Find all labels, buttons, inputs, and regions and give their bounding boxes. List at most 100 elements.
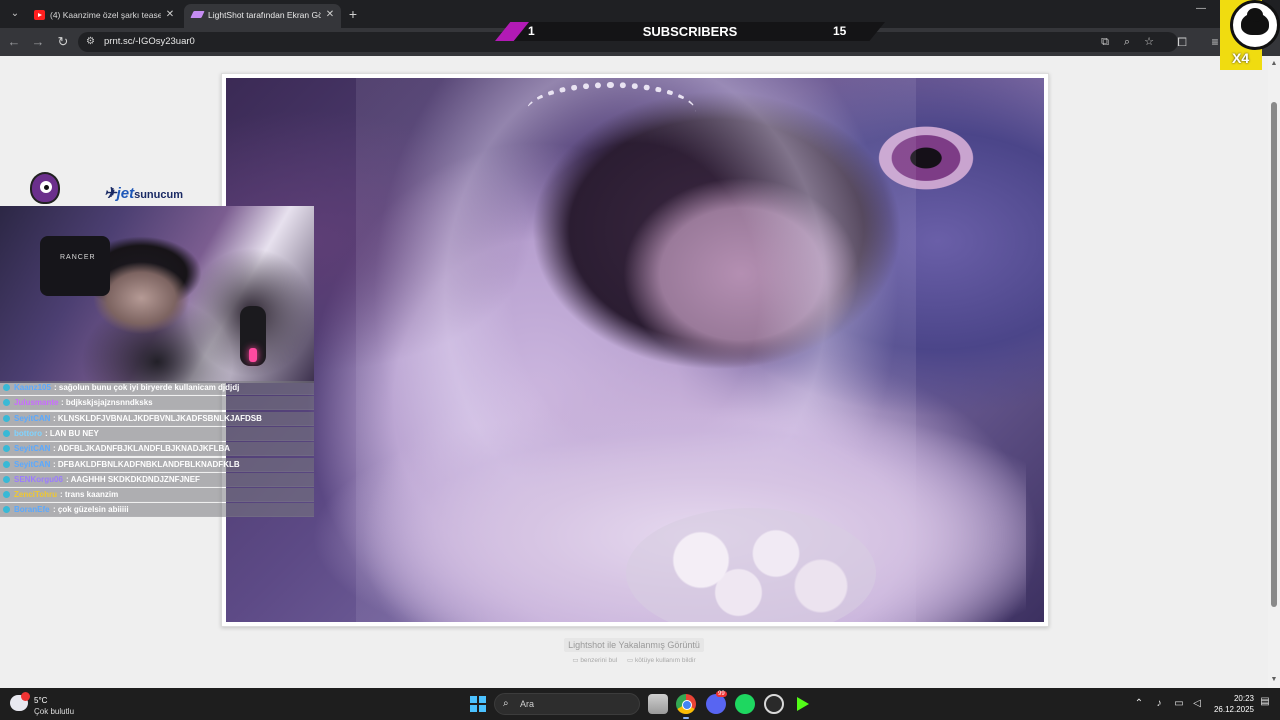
chat-text: : çok güzelsin abiiiii <box>53 505 129 515</box>
chevron-up-icon[interactable]: ⌃ <box>1132 697 1146 711</box>
zoom-icon[interactable]: ⌕ <box>1120 35 1134 49</box>
find-similar-link[interactable]: ▭ benzerini bul <box>572 657 617 664</box>
extensions-icon[interactable]: ⧠ <box>1174 34 1190 50</box>
search-icon: ⌕ <box>503 698 509 709</box>
screenshot-image[interactable] <box>226 78 1044 622</box>
screenshot-caption: Lightshot ile Yakalanmış Görüntü <box>0 638 1268 652</box>
tab-youtube[interactable]: (4) Kaanzime özel şarkı teaser | ✕ <box>26 4 181 28</box>
chat-message: SeyitCAN: KLNSKLDFJVBNALJKDFBVNLJKADFSBN… <box>0 411 314 426</box>
discord-icon[interactable] <box>706 694 726 714</box>
chat-badge-icon <box>3 506 10 514</box>
chat-badge-icon <box>3 384 10 391</box>
reload-icon[interactable]: ↻ <box>55 34 71 50</box>
chat-username[interactable]: Julusmante <box>14 396 58 409</box>
chat-text: : DFBAKLDFBNLKADFNBKLANDFBLKNADFKLB <box>53 459 240 469</box>
chat-message: Kaanz105: sağolun bunu çok iyi biryerde … <box>0 381 314 395</box>
forward-arrow-icon[interactable]: → <box>30 34 46 50</box>
close-icon[interactable]: ✕ <box>324 4 336 26</box>
chat-text: : ADFBLJKADNFBJKLANDFLBJKNADJKFLBA <box>53 444 231 454</box>
chair-brand-label: RANCER <box>60 254 96 261</box>
weather-widget[interactable]: 5°C Çok bulutlu <box>10 692 110 718</box>
new-tab-button[interactable]: + <box>345 5 361 23</box>
chat-message: Julusmante: bdjkskjsjajznsnndksks <box>0 396 314 411</box>
taskbar-search[interactable]: ⌕ Ara <box>494 693 640 715</box>
webcam-overlay: RANCER <box>0 206 314 383</box>
chat-text: : AAGHHH SKDKDKDNDJZNFJNEF <box>66 474 200 484</box>
chat-message: bottoro: LAN BU NEY <box>0 426 314 441</box>
chat-message: BoranEfe: çok güzelsin abiiiii <box>0 503 314 518</box>
chat-message: SENKorgu06: AAGHHH SKDKDKDNDJZNFJNEF <box>0 472 314 487</box>
chat-username[interactable]: SeyitCAN <box>14 442 50 455</box>
chat-username[interactable]: Kaanz105 <box>14 381 51 394</box>
chat-username[interactable]: bottoro <box>14 427 42 440</box>
network-icon[interactable]: ▭ <box>1172 697 1186 711</box>
spotify-icon[interactable] <box>735 694 755 714</box>
microphone-icon <box>240 306 266 366</box>
chat-username[interactable]: ZenciTohru <box>14 488 57 501</box>
screenshot-links: ▭ benzerini bul ▭ kötüye kullanım bildir <box>0 656 1268 664</box>
taskbar: 5°C Çok bulutlu ⌕ Ara 99 ⌃ ♪ ▭ ◁ 20:23 2… <box>0 688 1280 720</box>
microphone-tray-icon[interactable]: ♪ <box>1152 697 1166 711</box>
search-placeholder: Ara <box>520 699 535 709</box>
chrome-icon[interactable] <box>676 694 696 719</box>
weather-desc: Çok bulutlu <box>34 707 75 716</box>
clock-date: 26.12.2025 <box>1213 705 1254 714</box>
sponsor-prefix: jet <box>116 185 135 202</box>
minimize-icon[interactable]: — <box>1196 3 1206 14</box>
chat-username[interactable]: SENKorgu06 <box>14 473 63 486</box>
chat-badge-icon <box>3 429 10 437</box>
volume-icon[interactable]: ◁ <box>1190 697 1204 711</box>
clock-time: 20:23 <box>1233 694 1254 703</box>
scrollbar-thumb[interactable] <box>1271 102 1277 607</box>
chat-badge-icon <box>3 460 10 468</box>
tab-title: (4) Kaanzime özel şarkı teaser | <box>50 10 161 20</box>
cloud-icon <box>10 692 30 711</box>
chat-username[interactable]: SeyitCAN <box>14 458 50 471</box>
chat-username[interactable]: SeyitCAN <box>14 412 50 425</box>
file-explorer-icon[interactable] <box>648 694 668 714</box>
chat-badge-icon <box>3 445 10 453</box>
gaming-chair <box>40 236 110 296</box>
owl-logo-icon <box>28 170 62 206</box>
chat-message: SeyitCAN: DFBAKLDFBNLKADFNBKLANDFBLKNADF… <box>0 457 314 472</box>
group-avatar-icon <box>1230 0 1280 50</box>
sponsor-logo: ✈jetsunucum <box>104 185 183 202</box>
chat-badge-icon <box>3 491 10 499</box>
chat-username[interactable]: BoranEfe <box>14 503 50 516</box>
bookmark-star-icon[interactable]: ☆ <box>1142 35 1156 49</box>
subscriber-goal: 15 <box>833 24 847 38</box>
tab-title: LightShot tarafından Ekran Görü <box>208 10 321 20</box>
chat-text: : sağolun bunu çok iyi biryerde kullanic… <box>54 383 240 392</box>
tab-lightshot[interactable]: LightShot tarafından Ekran Görü ✕ <box>184 4 341 28</box>
subscriber-label: SUBSCRIBERS <box>642 24 738 39</box>
owl-eye <box>40 181 52 193</box>
scroll-down-icon[interactable]: ▼ <box>1270 676 1278 683</box>
kick-icon[interactable] <box>793 694 813 714</box>
windows-start-icon[interactable] <box>470 696 486 712</box>
chat-badge-icon <box>3 399 10 407</box>
tab-search-icon[interactable]: ⌄ <box>6 5 24 23</box>
system-clock[interactable]: 20:23 26.12.2025 <box>1212 693 1254 715</box>
tiara <box>526 82 696 142</box>
multiplier-label: X4 <box>1232 50 1250 66</box>
discord-badge: 99 <box>716 691 727 697</box>
obs-icon[interactable] <box>764 694 784 714</box>
back-arrow-icon[interactable]: ← <box>6 34 22 50</box>
chat-overlay: Kaanz105: sağolun bunu çok iyi biryerde … <box>0 381 314 519</box>
site-info-icon[interactable]: ⚙ <box>86 36 98 48</box>
subscriber-count: 1 <box>528 24 535 38</box>
close-icon[interactable]: ✕ <box>164 4 176 26</box>
screenshot-frame <box>221 73 1049 627</box>
chat-badge-icon <box>3 414 10 422</box>
weather-temp: 5°C <box>34 696 48 705</box>
chat-text: : trans kaanzim <box>60 490 119 500</box>
caption-text: Lightshot ile Yakalanmış Görüntü <box>564 638 704 652</box>
report-abuse-link[interactable]: ▭ kötüye kullanım bildir <box>627 657 696 664</box>
chat-text: : bdjkskjsjajznsnndksks <box>61 398 153 408</box>
url-text[interactable]: prnt.sc/-IGOsy23uar0 <box>104 32 195 52</box>
notification-icon[interactable]: ▤ <box>1258 696 1272 710</box>
sponsor-suffix: sunucum <box>134 189 183 201</box>
channel-logo: X4 <box>1220 0 1280 70</box>
subscriber-goal-bar: SUBSCRIBERS 1 15 <box>495 22 885 41</box>
install-icon[interactable]: ⧉ <box>1098 35 1112 49</box>
